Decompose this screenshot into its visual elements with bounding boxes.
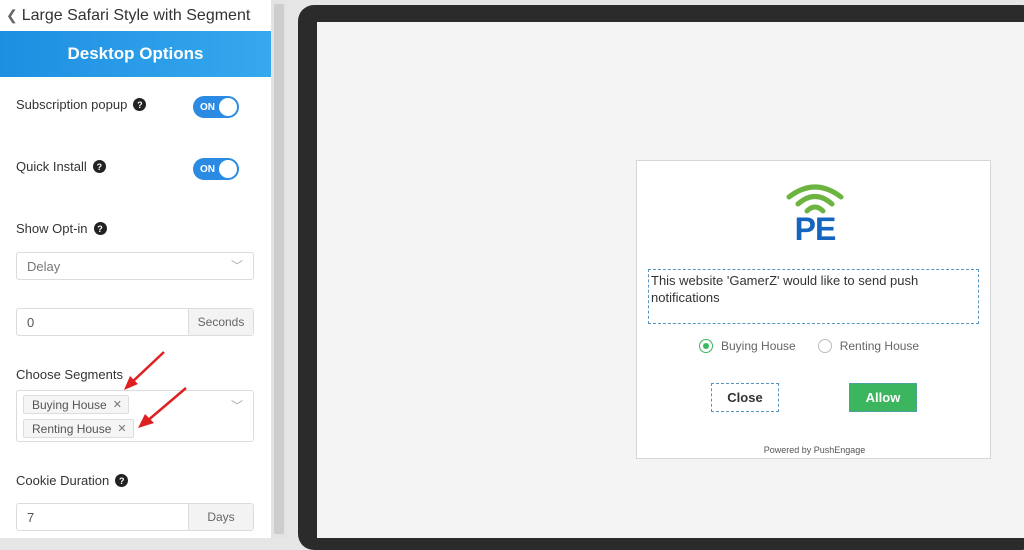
toggle-state: ON bbox=[200, 101, 215, 113]
help-icon[interactable]: ? bbox=[92, 160, 106, 173]
subscription-popup-label: Subscription popup ? bbox=[16, 97, 147, 112]
quick-install-label: Quick Install ? bbox=[16, 159, 106, 174]
logo-text: PE bbox=[794, 211, 837, 247]
quick-install-text: Quick Install bbox=[16, 159, 87, 174]
choose-segments-label: Choose Segments bbox=[16, 367, 123, 382]
remove-tag-icon[interactable]: ✕ bbox=[113, 398, 122, 411]
quick-install-toggle[interactable]: ON bbox=[193, 158, 239, 180]
show-optin-select[interactable]: Delay ﹀ bbox=[16, 252, 254, 280]
annotation-arrow-icon bbox=[138, 387, 187, 428]
subscription-popup-text: Subscription popup bbox=[16, 97, 128, 112]
delay-input[interactable]: 0 bbox=[17, 309, 188, 335]
help-icon[interactable]: ? bbox=[133, 98, 147, 111]
cookie-duration-unit: Days bbox=[188, 504, 253, 530]
help-icon[interactable]: ? bbox=[93, 222, 107, 235]
chevron-left-icon: ❮ bbox=[6, 7, 18, 23]
sidebar-title: Large Safari Style with Segment bbox=[21, 6, 251, 24]
segment-tag-label: Buying House bbox=[32, 397, 107, 412]
tab-label: Desktop Options bbox=[67, 44, 204, 63]
segment-tag-label: Renting House bbox=[32, 421, 112, 436]
delay-unit: Seconds bbox=[188, 309, 253, 335]
delay-input-group[interactable]: 0 Seconds bbox=[16, 308, 254, 336]
scrollbar-thumb[interactable] bbox=[274, 4, 284, 534]
radio-label: Buying House bbox=[721, 339, 796, 353]
chevron-down-icon: ﹀ bbox=[230, 259, 243, 273]
show-optin-text: Show Opt-in bbox=[16, 221, 88, 236]
settings-sidebar: ❮ Large Safari Style with Segment Deskto… bbox=[0, 0, 271, 538]
subscription-popup-toggle[interactable]: ON bbox=[193, 96, 239, 118]
show-optin-label: Show Opt-in ? bbox=[16, 221, 107, 236]
remove-tag-icon[interactable]: ✕ bbox=[117, 422, 126, 435]
toggle-knob bbox=[219, 160, 237, 178]
cookie-duration-input-group[interactable]: 7 Days bbox=[16, 503, 254, 531]
optin-popup-preview: PE This website 'GamerZ' would like to s… bbox=[636, 160, 991, 459]
segment-tag: Renting House ✕ bbox=[23, 419, 134, 438]
powered-by-text: Powered by PushEngage bbox=[763, 445, 866, 455]
segment-radio-group: Buying House Renting House bbox=[699, 339, 919, 353]
radio-label: Renting House bbox=[839, 339, 920, 353]
radio-buying-house[interactable] bbox=[699, 339, 713, 353]
pushengage-logo: PE bbox=[785, 183, 845, 247]
select-value: Delay bbox=[27, 258, 61, 274]
radio-renting-house[interactable] bbox=[817, 339, 832, 353]
back-link[interactable]: ❮ Large Safari Style with Segment bbox=[0, 0, 271, 31]
help-icon[interactable]: ? bbox=[115, 474, 129, 487]
allow-button[interactable]: Allow bbox=[849, 383, 917, 412]
close-button[interactable]: Close bbox=[711, 383, 779, 412]
toggle-knob bbox=[219, 98, 237, 116]
cookie-duration-input[interactable]: 7 bbox=[17, 504, 188, 530]
cookie-duration-text: Cookie Duration bbox=[16, 473, 110, 488]
cookie-duration-label: Cookie Duration ? bbox=[16, 473, 129, 488]
chevron-down-icon: ﹀ bbox=[230, 399, 243, 413]
toggle-state: ON bbox=[200, 163, 215, 175]
tab-desktop-options[interactable]: Desktop Options bbox=[0, 31, 271, 77]
popup-message: This website 'GamerZ' would like to send… bbox=[648, 269, 979, 324]
choose-segments-text: Choose Segments bbox=[16, 367, 123, 382]
segment-tag: Buying House ✕ bbox=[23, 395, 129, 414]
